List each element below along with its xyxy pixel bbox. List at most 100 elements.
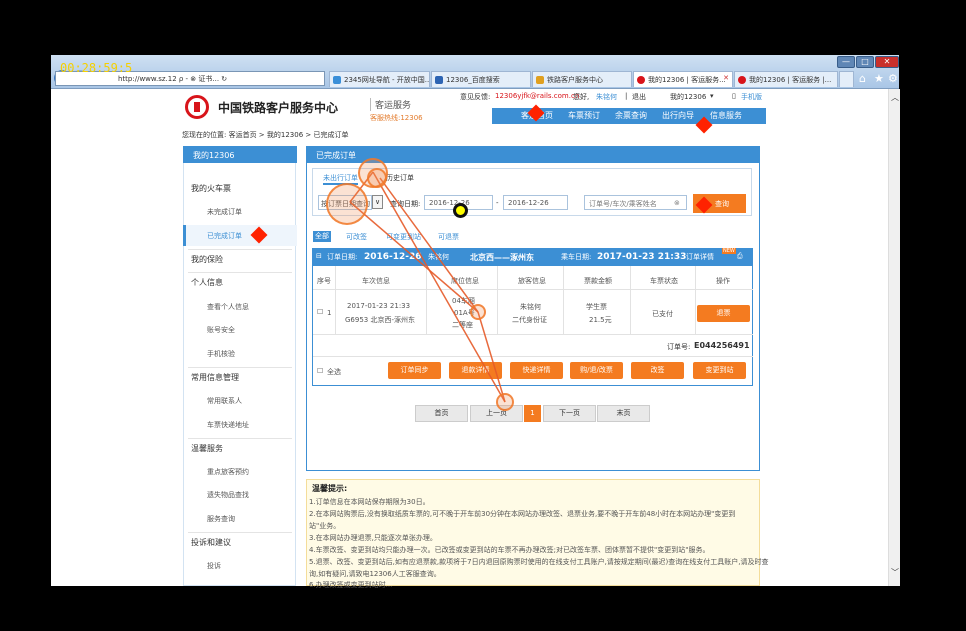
sidebar-section-tickets[interactable]: 我的火车票	[191, 183, 231, 194]
select-all-label[interactable]: 全选	[327, 367, 341, 377]
sidebar-item-account-security[interactable]: 账号安全	[207, 325, 235, 335]
divider	[188, 367, 292, 368]
tab-favicon	[333, 76, 341, 84]
nav-info-service[interactable]: 信息服务	[710, 110, 742, 121]
star-icon[interactable]: ★	[874, 72, 884, 85]
divider	[426, 266, 427, 334]
page-next-button[interactable]: 下一页	[543, 405, 596, 422]
tab-label: 铁路客户服务中心	[547, 76, 603, 84]
railway-logo[interactable]	[185, 95, 209, 119]
sidebar-section-insurance[interactable]: 我的保险	[191, 254, 223, 265]
tab-label: 我的12306 | 客运服务 |...	[749, 76, 832, 84]
delivery-detail-button[interactable]: 快递详情	[510, 362, 563, 379]
col-header-price: 票款金额	[584, 277, 612, 285]
maximize-button[interactable]: □	[856, 56, 874, 68]
train-time: 2017-01-23 21:33	[347, 302, 411, 310]
browser-tab-my12306-active[interactable]: 我的12306 | 客运服务... ✕	[633, 71, 733, 87]
new-tab-button[interactable]	[839, 71, 854, 87]
divider	[313, 334, 753, 335]
sidebar-section-complaints[interactable]: 投诉和建议	[191, 537, 231, 548]
sidebar-section-personal-info[interactable]: 个人信息	[191, 277, 223, 288]
scroll-up-icon[interactable]: ︿	[891, 92, 899, 103]
page-scrollbar[interactable]: ︿ ﹀	[888, 89, 900, 586]
sidebar-item-view-info[interactable]: 查看个人信息	[207, 302, 249, 312]
mobile-link[interactable]: 手机版	[741, 92, 762, 102]
browser-tab-baidu[interactable]: 12306_百度搜索	[431, 71, 531, 87]
sidebar-item-completed-orders[interactable]: 已完成订单	[207, 231, 242, 241]
logout-link[interactable]: 退出	[632, 92, 646, 102]
chevron-down-icon[interactable]: ▾	[710, 92, 714, 100]
click-ring	[367, 168, 387, 188]
browser-tab-railway[interactable]: 铁路客户服务中心	[532, 71, 632, 87]
page-prev-button[interactable]: 上一页	[470, 405, 523, 422]
sidebar-section-common-info[interactable]: 常用信息管理	[191, 372, 239, 383]
date-to-input[interactable]: 2016-12-26	[503, 195, 568, 210]
new-badge: NEW	[722, 248, 736, 254]
buy-refund-change-button[interactable]: 购/退/改票	[570, 362, 623, 379]
change-station-button[interactable]: 变更到站	[693, 362, 746, 379]
collapse-icon[interactable]: ⊟	[316, 252, 322, 260]
col-header-action: 操作	[716, 277, 730, 285]
divider	[188, 438, 292, 439]
clear-icon[interactable]: ⊗	[674, 199, 680, 207]
filter-tab-change-station[interactable]: 可变更到站	[386, 232, 421, 242]
divider	[188, 249, 292, 250]
order-detail-link[interactable]: 订单详情	[686, 252, 714, 262]
nav-remaining-tickets[interactable]: 余票查询	[615, 110, 647, 121]
filter-tab-refundable[interactable]: 可退票	[438, 232, 459, 242]
order-no: E044256491	[694, 341, 750, 350]
mobile-icon[interactable]: ▯	[732, 92, 736, 100]
minimize-button[interactable]: —	[837, 56, 855, 68]
sidebar-item-complaint[interactable]: 投诉	[207, 561, 221, 571]
divider	[563, 266, 564, 334]
row-checkbox[interactable]: ☐	[317, 308, 323, 316]
search-input[interactable]: 订单号/车次/乘客姓名	[584, 195, 687, 210]
depart-time: 2017-01-23 21:33	[597, 252, 687, 262]
page-first-button[interactable]: 首页	[415, 405, 468, 422]
page-last-button[interactable]: 末页	[597, 405, 650, 422]
click-ring	[470, 304, 486, 320]
sidebar-item-key-passenger[interactable]: 重点旅客预约	[207, 467, 249, 477]
sidebar-item-phone-verify[interactable]: 手机核验	[207, 349, 235, 359]
sidebar-item-delivery-address[interactable]: 车票快递地址	[207, 420, 249, 430]
select-all-checkbox[interactable]: ☐	[317, 367, 323, 375]
sidebar-item-contacts[interactable]: 常用联系人	[207, 396, 242, 406]
address-icons[interactable]: ρ - ⊗ 证书... ↻	[179, 75, 227, 83]
feedback-email-link[interactable]: 12306yjfk@rails.com.cn	[495, 92, 579, 100]
route: 北京西——涿州东	[470, 253, 534, 262]
tab-close-icon[interactable]: ✕	[723, 74, 729, 82]
nav-travel-guide[interactable]: 出行向导	[662, 110, 694, 121]
sidebar-item-unfinished-orders[interactable]: 未完成订单	[207, 207, 242, 217]
scroll-down-icon[interactable]: ﹀	[891, 567, 899, 578]
divider	[497, 266, 498, 334]
chevron-down-icon[interactable]: ∨	[372, 195, 383, 209]
browser-tab-my12306[interactable]: 我的12306 | 客运服务 |...	[734, 71, 838, 87]
passenger-name: 朱铭何	[428, 253, 449, 261]
page-current[interactable]: 1	[524, 405, 541, 422]
nav-booking[interactable]: 车票预订	[568, 110, 600, 121]
sidebar-item-lost-items[interactable]: 遗失物品查找	[207, 490, 249, 500]
gear-icon[interactable]: ⚙	[888, 72, 898, 85]
browser-tab-2345[interactable]: 2345网址导航 - 开放中国...	[329, 71, 430, 87]
click-ring	[496, 393, 514, 411]
sidebar-section-warm-service[interactable]: 温馨服务	[191, 443, 223, 454]
address-text: http://www.sz.12	[118, 75, 177, 83]
tip-line: 6.办理改签或变更到站时...	[309, 581, 393, 589]
divider	[335, 266, 336, 334]
tab-history[interactable]: 历史订单	[386, 173, 414, 183]
refund-button[interactable]: 退票	[697, 305, 750, 322]
close-window-button[interactable]: ✕	[875, 56, 899, 68]
sync-order-button[interactable]: 订单同步	[388, 362, 441, 379]
filter-tab-changeable[interactable]: 可改签	[346, 232, 367, 242]
divider	[313, 289, 753, 290]
tip-line: 5.退票、改签、变更到站后,如有应退票款,款项将于7日内退回原购票时使用的在线支…	[309, 558, 769, 566]
username-link[interactable]: 朱铭何	[596, 92, 617, 102]
filter-tab-all[interactable]: 全部	[313, 231, 331, 242]
print-icon[interactable]: ⎙	[737, 252, 743, 261]
my12306-dropdown[interactable]: 我的12306	[670, 92, 706, 102]
change-ticket-button[interactable]: 改签	[631, 362, 684, 379]
seat-car: 04车厢	[452, 297, 475, 305]
refund-detail-button[interactable]: 退款详情	[449, 362, 502, 379]
sidebar-item-service-query[interactable]: 服务查询	[207, 514, 235, 524]
home-icon[interactable]: ⌂	[859, 72, 866, 85]
